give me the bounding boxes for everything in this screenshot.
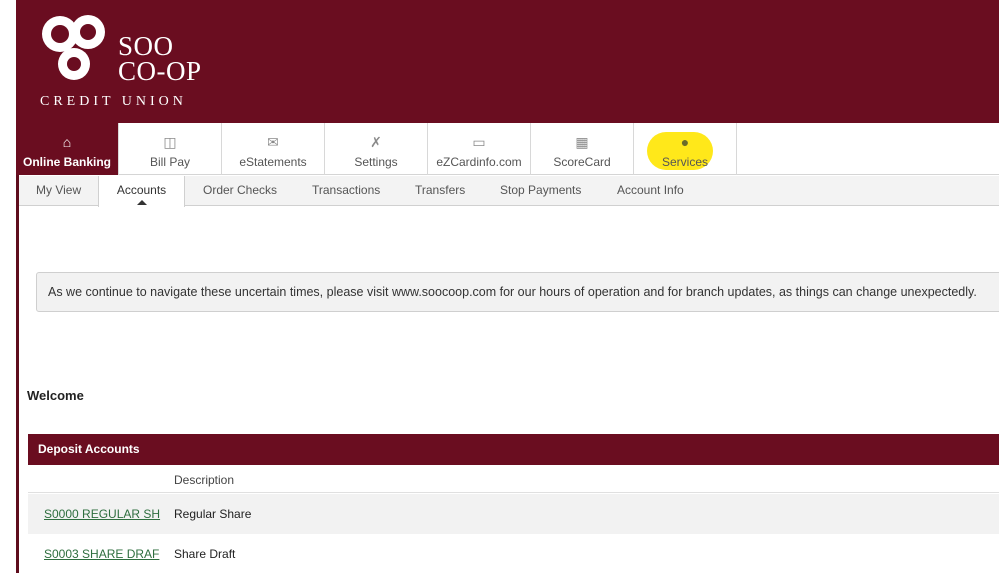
account-description: Regular Share (174, 507, 252, 521)
deposit-column-header: Description (28, 465, 999, 493)
logo-circles-icon (42, 15, 105, 80)
nav-services-label: Services (661, 155, 708, 169)
nav-bill-pay[interactable]: ◫ Bill Pay (119, 123, 222, 175)
notice-banner: As we continue to navigate these uncerta… (36, 272, 999, 312)
card-icon: ▭ (472, 134, 486, 150)
logo[interactable]: SOO CO-OP CREDIT UNION (38, 14, 208, 114)
nav-online-banking[interactable]: ⌂ Online Banking (16, 123, 119, 175)
subnav-transactions[interactable]: Transactions (312, 176, 380, 206)
bill-pay-icon: ◫ (163, 134, 177, 150)
subnav-my-view[interactable]: My View (36, 176, 81, 206)
deposit-accounts-header: Deposit Accounts (28, 434, 999, 465)
nav-bill-pay-label: Bill Pay (149, 155, 190, 169)
nav-estatements[interactable]: ✉ eStatements (222, 123, 325, 175)
welcome-heading: Welcome (27, 388, 84, 403)
main-nav: ⌂ Online Banking ◫ Bill Pay ✉ eStatement… (16, 123, 999, 175)
table-row: S0000 REGULAR SH Regular Share (28, 494, 999, 534)
nav-settings[interactable]: ✗ Settings (325, 123, 428, 175)
table-row: S0003 SHARE DRAF Share Draft (28, 534, 999, 573)
brand-line2: CO-OP (118, 56, 202, 86)
envelope-icon: ✉ (267, 134, 279, 150)
nav-settings-label: Settings (354, 155, 398, 169)
nav-services[interactable]: ● Services (634, 123, 737, 175)
nav-ezcardinfo-label: eZCardinfo.com (436, 155, 522, 169)
subnav-order-checks[interactable]: Order Checks (203, 176, 277, 206)
nav-scorecard[interactable]: ▦ ScoreCard (531, 123, 634, 175)
active-caret-icon (136, 200, 147, 205)
brand-line3: CREDIT UNION (40, 94, 187, 109)
subnav-stop-payments[interactable]: Stop Payments (500, 176, 581, 206)
nav-scorecard-label: ScoreCard (553, 155, 611, 169)
header-banner: SOO CO-OP CREDIT UNION (16, 0, 999, 123)
account-link[interactable]: S0003 SHARE DRAF (44, 534, 159, 573)
account-link[interactable]: S0000 REGULAR SH (44, 494, 160, 534)
subnav-accounts[interactable]: Accounts (98, 176, 185, 207)
subnav-accounts-label: Accounts (116, 183, 167, 197)
nav-online-banking-label: Online Banking (22, 155, 111, 169)
sub-nav: My View Accounts Order Checks Transactio… (19, 176, 999, 207)
tools-icon: ✗ (370, 134, 382, 150)
nav-estatements-label: eStatements (239, 155, 307, 169)
lightbulb-icon: ● (680, 134, 690, 150)
column-description-label: Description (174, 473, 235, 487)
subnav-account-info[interactable]: Account Info (617, 176, 684, 206)
nav-ezcardinfo[interactable]: ▭ eZCardinfo.com (428, 123, 531, 175)
subnav-transfers[interactable]: Transfers (415, 176, 465, 206)
home-icon: ⌂ (62, 134, 72, 150)
gift-icon: ▦ (575, 134, 589, 150)
left-margin (0, 0, 16, 573)
account-description: Share Draft (174, 547, 236, 561)
